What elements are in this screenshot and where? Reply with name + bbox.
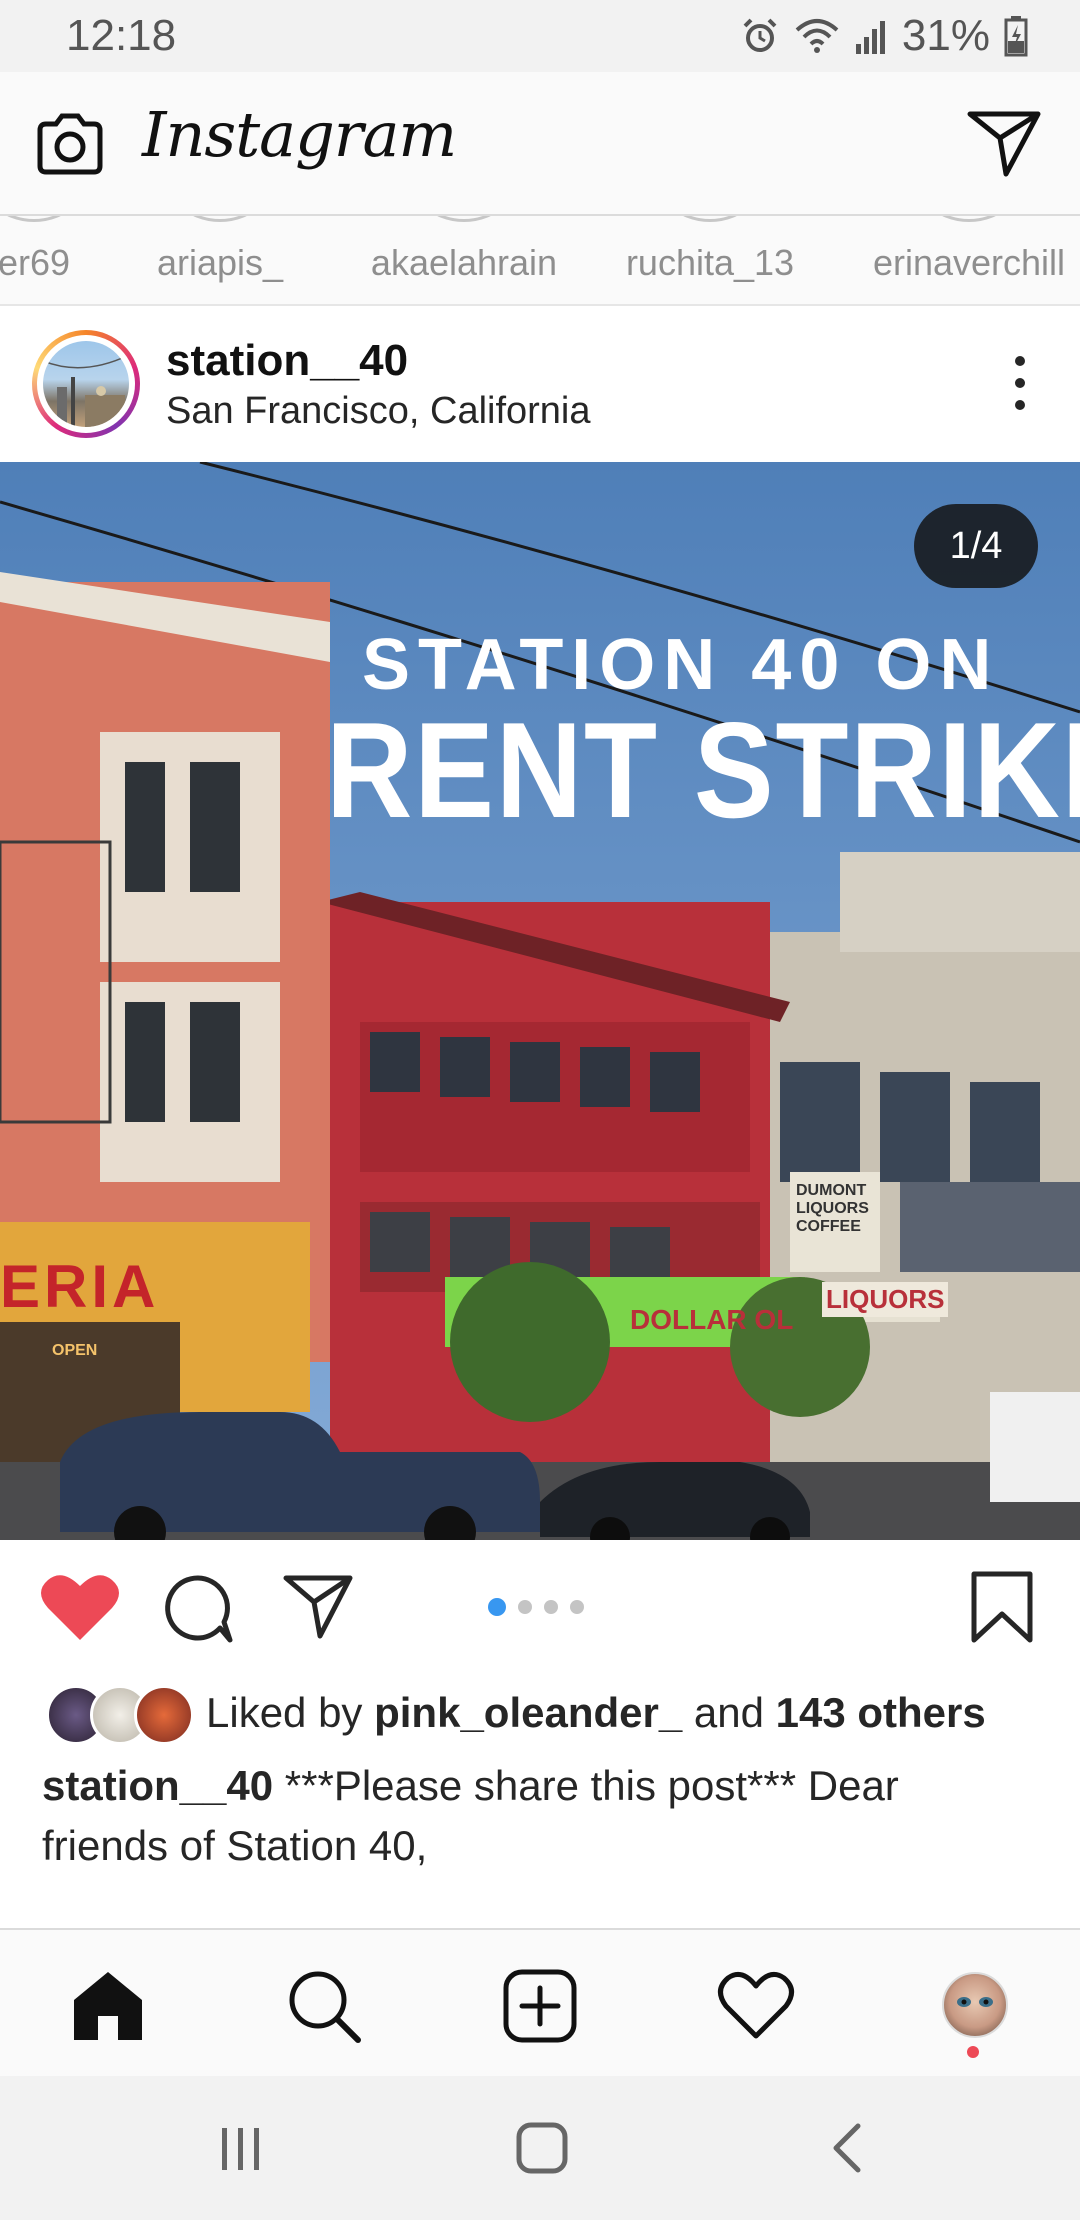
direct-messages-button[interactable] xyxy=(966,108,1042,178)
carousel-dot xyxy=(518,1600,532,1614)
back-chevron-icon xyxy=(833,2123,861,2173)
instagram-logo: Instagram xyxy=(142,98,457,171)
notification-dot xyxy=(967,2046,979,2058)
story-username: ruchita_13 xyxy=(625,242,795,283)
battery-percent: 31% xyxy=(901,11,990,60)
avatar xyxy=(134,1685,194,1745)
system-navigation-bar xyxy=(0,2076,1080,2220)
carousel-dot xyxy=(570,1600,584,1614)
likes-conjunction: and xyxy=(693,1689,764,1736)
recent-apps-button[interactable] xyxy=(216,2120,266,2181)
search-icon xyxy=(289,1971,361,2043)
likes-text: Liked by pink_oleander_ and 143 others xyxy=(206,1689,986,1737)
new-post-icon xyxy=(503,1969,577,2043)
likes-prefix: Liked by xyxy=(206,1689,363,1736)
story-username: ariapis_ xyxy=(156,242,284,283)
camera-icon xyxy=(37,113,103,175)
liker-avatars xyxy=(46,1683,194,1745)
nav-search[interactable] xyxy=(284,1966,364,2046)
post-image[interactable]: ERIA OPEN DOLLAR OL LIQUORS DUMONT LIQUO… xyxy=(0,462,1080,1540)
story-username: er69 xyxy=(0,242,71,283)
carousel-dot xyxy=(544,1600,558,1614)
liked-by-username[interactable]: pink_oleander_ xyxy=(374,1689,682,1736)
nav-profile-avatar[interactable] xyxy=(942,1972,1008,2038)
story-ring xyxy=(647,216,773,222)
home-square-icon xyxy=(516,2122,568,2174)
overlay-headline-line2: RENT STRIKE xyxy=(326,694,1080,846)
stories-tray: er69 ariapis_ akaelahrain ruchita_13 eri… xyxy=(0,216,1080,306)
story-ring xyxy=(401,216,527,222)
caption-username[interactable]: station__40 xyxy=(42,1762,273,1809)
status-bar: 12:18 31% xyxy=(0,0,1080,72)
battery-charging-icon xyxy=(1004,16,1028,57)
story-ring xyxy=(157,216,283,222)
story-ring xyxy=(906,216,1032,222)
back-button[interactable] xyxy=(824,2120,868,2181)
share-button[interactable] xyxy=(282,1572,354,1645)
story-ring xyxy=(0,216,97,222)
more-options-button[interactable] xyxy=(1008,356,1032,412)
home-icon xyxy=(74,1972,142,2040)
bookmark-icon xyxy=(971,1571,1033,1643)
nav-new-post[interactable] xyxy=(500,1966,580,2046)
dumont-sign: DUMONT LIQUORS COFFEE xyxy=(796,1182,869,1235)
open-sign: OPEN xyxy=(52,1342,98,1359)
status-time: 12:18 xyxy=(66,11,177,60)
alarm-icon xyxy=(743,18,777,52)
heart-icon xyxy=(41,1575,119,1640)
bottom-nav xyxy=(0,1928,1080,2076)
nav-activity[interactable] xyxy=(716,1966,796,2046)
post-location[interactable]: San Francisco, California xyxy=(166,390,591,433)
likes-summary[interactable]: Liked by pink_oleander_ and 143 others xyxy=(46,1680,986,1746)
post-actions xyxy=(0,1540,1080,1670)
more-vertical-icon xyxy=(1008,356,1032,410)
liquors-sign: LIQUORS xyxy=(822,1282,949,1317)
comment-button[interactable] xyxy=(162,1572,234,1649)
camera-button[interactable] xyxy=(34,108,106,180)
carousel-indicator xyxy=(488,1598,584,1616)
app-header: Instagram xyxy=(0,72,1080,216)
home-system-button[interactable] xyxy=(514,2120,570,2181)
status-icons: 31% xyxy=(740,11,1028,61)
activity-heart-icon xyxy=(718,1971,794,2039)
post-header: station__40 San Francisco, California xyxy=(0,306,1080,462)
post-username[interactable]: station__40 xyxy=(166,336,408,386)
comment-icon xyxy=(165,1575,233,1643)
post-author-avatar[interactable] xyxy=(32,330,140,438)
save-button[interactable] xyxy=(970,1570,1034,1649)
carousel-dot-active xyxy=(488,1598,506,1616)
dollar-store-sign: DOLLAR OL xyxy=(630,1304,794,1335)
wifi-icon xyxy=(795,19,839,53)
nav-home[interactable] xyxy=(68,1966,148,2046)
storefront-sign: ERIA xyxy=(0,1253,160,1320)
likes-count[interactable]: 143 others xyxy=(776,1689,986,1736)
like-button[interactable] xyxy=(40,1572,120,1647)
share-icon xyxy=(283,1575,353,1639)
carousel-counter: 1/4 xyxy=(914,504,1038,588)
signal-icon xyxy=(855,21,885,54)
paper-plane-icon xyxy=(967,111,1041,177)
post-caption: station__40 ***Please share this post***… xyxy=(42,1756,1032,1876)
story-username: erinaverchill xyxy=(872,242,1066,283)
recent-apps-icon xyxy=(222,2128,259,2170)
story-username: akaelahrain xyxy=(370,242,558,283)
